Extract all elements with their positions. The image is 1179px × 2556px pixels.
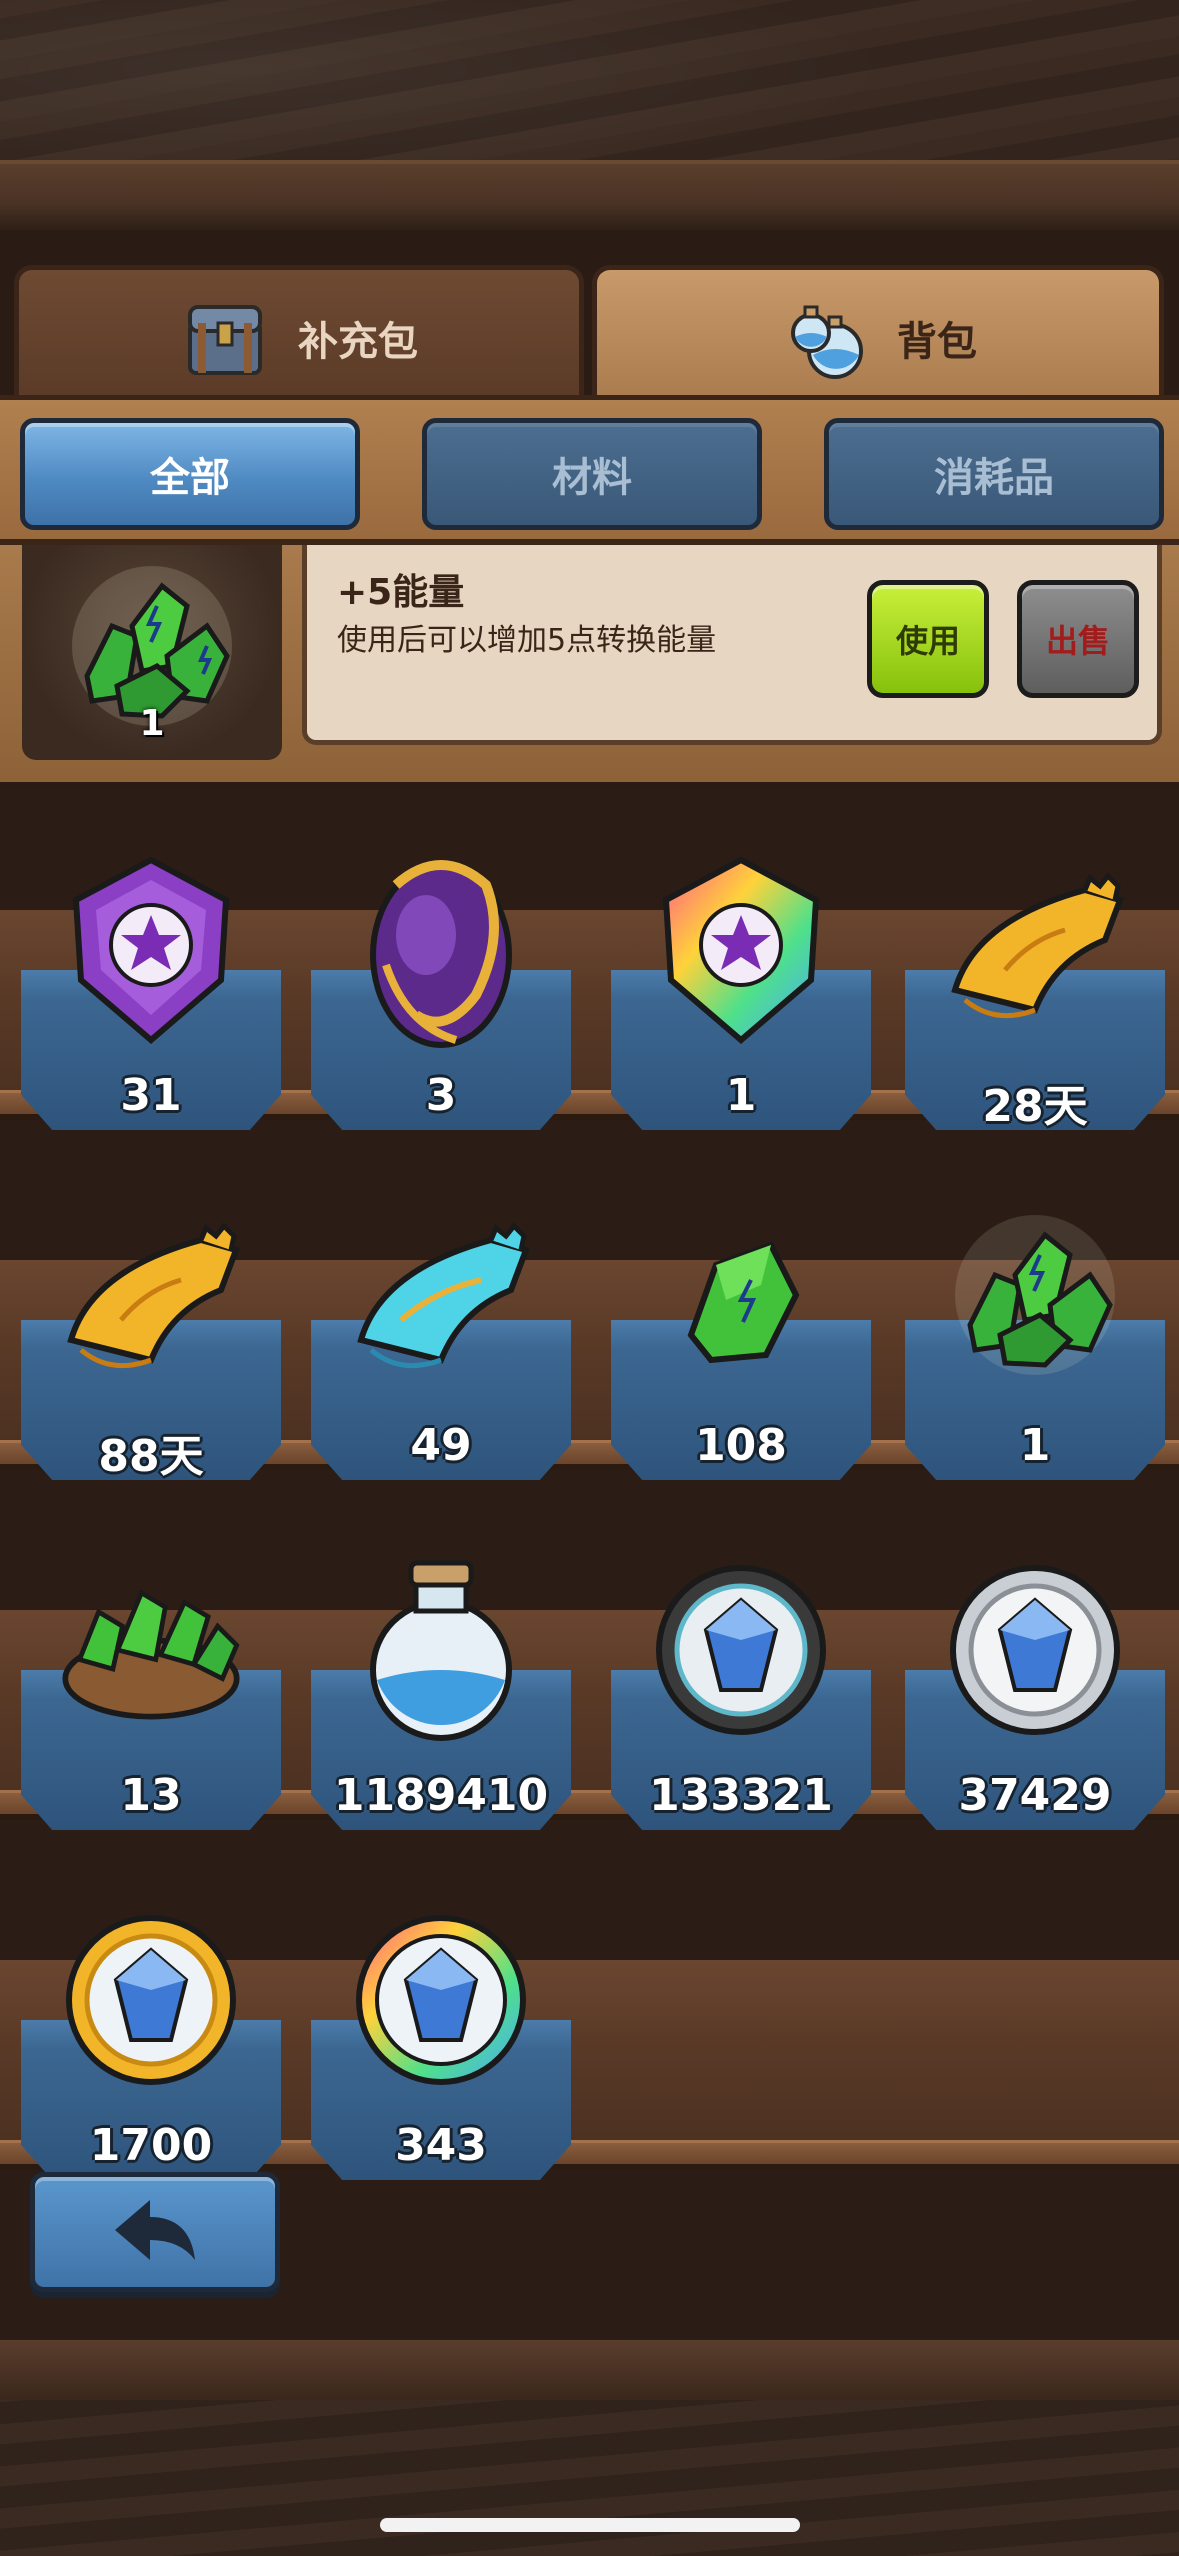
inventory-slot[interactable]: 343: [306, 1880, 576, 2210]
rainbow-diamond-coin-icon: [341, 1900, 541, 2100]
inventory-slot[interactable]: 1: [900, 1180, 1170, 1510]
item-count: 31: [120, 1070, 182, 1121]
filter-consumables-button[interactable]: 消耗品: [824, 418, 1164, 530]
item-count: 3: [425, 1070, 457, 1121]
gold-ticket-icon: [51, 1200, 251, 1400]
inventory-slot[interactable]: 31: [16, 830, 286, 1160]
tab-backpack[interactable]: 背包: [592, 265, 1164, 405]
silver-diamond-coin-icon: [935, 1550, 1135, 1750]
item-count: 37429: [958, 1770, 1112, 1821]
use-button-label: 使用: [895, 622, 960, 660]
gold-diamond-coin-icon: [51, 1900, 251, 2100]
tab-bag-label: 背包: [897, 318, 977, 365]
green-crystal-pile-icon: [935, 1200, 1135, 1400]
filter-all-label: 全部: [150, 455, 230, 501]
blue-ticket-icon: [341, 1200, 541, 1400]
filter-materials-label: 材料: [552, 455, 632, 501]
detail-item-title: +5能量: [337, 572, 465, 613]
item-count: 108: [695, 1420, 787, 1471]
footer-rail: [0, 2340, 1179, 2400]
blue-potion-icon: [341, 1550, 541, 1750]
inventory-slot[interactable]: 28天: [900, 830, 1170, 1160]
filter-materials-button[interactable]: 材料: [422, 418, 762, 530]
treasure-chest-icon: [180, 293, 270, 383]
item-count: 1700: [89, 2120, 213, 2171]
inventory-slot[interactable]: 88天: [16, 1180, 286, 1510]
item-count: 88天: [98, 1431, 204, 1482]
item-count: 1: [1019, 1420, 1051, 1471]
back-arrow-icon: [110, 2195, 200, 2269]
item-count: 1: [725, 1070, 757, 1121]
tab-supply-label: 补充包: [298, 318, 418, 365]
item-count: 28天: [982, 1081, 1088, 1132]
inventory-slot[interactable]: 49: [306, 1180, 576, 1510]
detail-item-slot: 1: [22, 545, 282, 760]
item-count: 1189410: [333, 1770, 549, 1821]
inventory-slot[interactable]: 1700: [16, 1880, 286, 2210]
inventory-slot[interactable]: 1189410: [306, 1530, 576, 1860]
inventory-slot[interactable]: 13: [16, 1530, 286, 1860]
inventory-slot[interactable]: 108: [606, 1180, 876, 1510]
use-button[interactable]: 使用: [867, 580, 989, 698]
inventory-slot[interactable]: 133321: [606, 1530, 876, 1860]
item-count: 343: [395, 2120, 487, 2171]
detail-item-count: 1: [139, 703, 165, 744]
sell-button-label: 出售: [1045, 622, 1110, 660]
item-detail-panel: 1 +5能量 使用后可以增加5点转换能量 使用 出售: [0, 545, 1179, 790]
filter-consumables-label: 消耗品: [934, 455, 1054, 501]
detail-item-description: 使用后可以增加5点转换能量: [337, 623, 717, 658]
green-crystal-icon: [641, 1200, 841, 1400]
item-count: 13: [120, 1770, 182, 1821]
header-wood: [0, 0, 1179, 230]
inventory-slot[interactable]: 1: [606, 830, 876, 1160]
gold-ticket-icon: [935, 850, 1135, 1050]
header-rail: [0, 160, 1179, 230]
inventory-slot[interactable]: 37429: [900, 1530, 1170, 1860]
item-count: 49: [410, 1420, 472, 1471]
sell-button[interactable]: 出售: [1017, 580, 1139, 698]
crystal-sack-icon: [51, 1550, 251, 1750]
back-button[interactable]: [30, 2172, 280, 2292]
filter-bar: 全部 材料 消耗品: [0, 395, 1179, 545]
potion-bottles-icon: [779, 293, 869, 383]
detail-description-box: +5能量 使用后可以增加5点转换能量 使用 出售: [302, 545, 1162, 745]
item-count: 133321: [649, 1770, 833, 1821]
filter-all-button[interactable]: 全部: [20, 418, 360, 530]
home-indicator[interactable]: [380, 2518, 800, 2532]
inventory-slot[interactable]: 3: [306, 830, 576, 1160]
tab-supply-pack[interactable]: 补充包: [14, 265, 584, 405]
rainbow-star-gem-icon: [641, 850, 841, 1050]
purple-egg-icon: [341, 850, 541, 1050]
purple-star-gem-icon: [51, 850, 251, 1050]
dark-diamond-coin-icon: [641, 1550, 841, 1750]
